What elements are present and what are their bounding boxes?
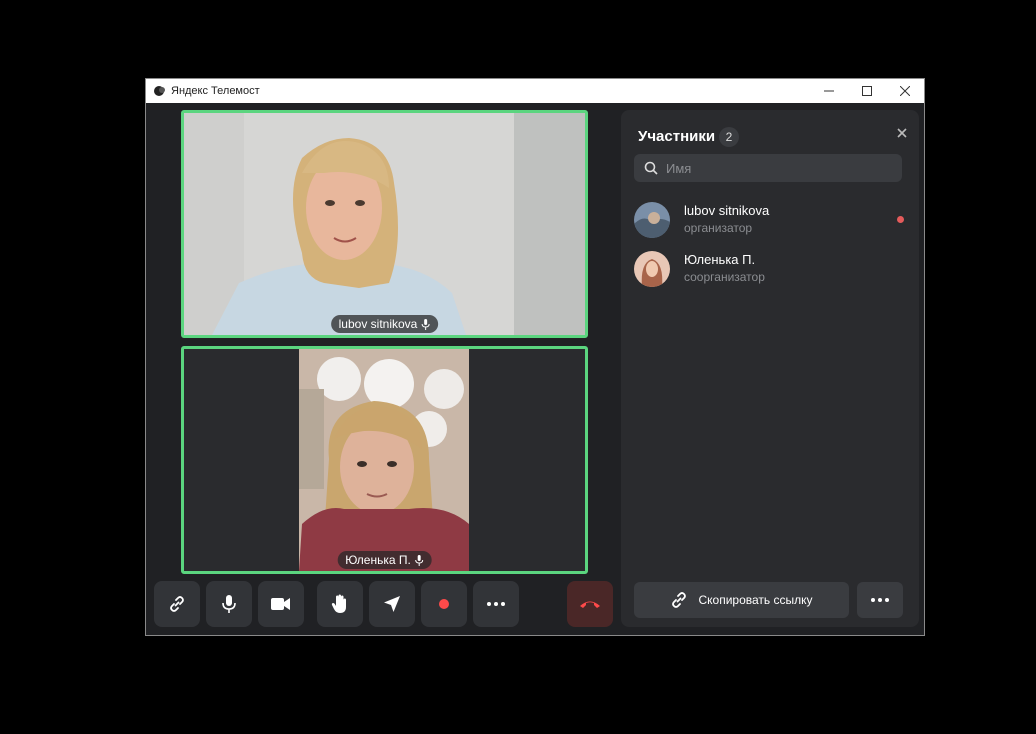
video-tile-lubov[interactable]: lubov sitnikova bbox=[181, 110, 588, 338]
recording-indicator bbox=[897, 216, 904, 223]
avatar bbox=[634, 251, 670, 287]
screen-share-button[interactable] bbox=[369, 581, 415, 627]
close-panel-icon[interactable] bbox=[895, 126, 909, 140]
participant-role: организатор bbox=[684, 221, 753, 235]
close-icon bbox=[900, 86, 910, 96]
participant-name: lubov sitnikova bbox=[684, 203, 770, 218]
copy-link-button[interactable]: Скопировать ссылку bbox=[634, 582, 849, 618]
telemost-app-icon bbox=[154, 86, 165, 96]
participant-name-label: Юленька П. bbox=[337, 551, 432, 569]
link-icon bbox=[170, 596, 184, 612]
video-feed-image bbox=[184, 349, 585, 571]
minimize-button[interactable] bbox=[810, 79, 848, 103]
video-tile-yulenka[interactable]: Юленька П. bbox=[181, 346, 588, 574]
call-toolbar bbox=[154, 581, 616, 629]
window-controls bbox=[810, 79, 924, 103]
participant-name: Юленька П. bbox=[684, 252, 756, 267]
microphone-icon bbox=[222, 595, 236, 613]
minimize-icon bbox=[824, 90, 834, 92]
call-area: lubov sitnikova Юленька П. Участники 2 И… bbox=[146, 103, 924, 635]
participant-role: соорганизатор bbox=[684, 270, 765, 284]
maximize-button[interactable] bbox=[848, 79, 886, 103]
participant-row[interactable]: lubov sitnikova организатор bbox=[634, 200, 904, 240]
more-icon bbox=[871, 598, 889, 602]
raise-hand-button[interactable] bbox=[317, 581, 363, 627]
participants-panel: Участники 2 Имя lubov sitnikova организа… bbox=[621, 110, 919, 627]
hang-up-icon bbox=[580, 601, 600, 608]
window-title: Яндекс Телемост bbox=[171, 85, 260, 97]
video-feed-image bbox=[184, 113, 585, 335]
hang-up-button[interactable] bbox=[567, 581, 613, 627]
participant-name-label: lubov sitnikova bbox=[330, 315, 439, 333]
more-icon bbox=[487, 602, 505, 606]
participant-search[interactable] bbox=[634, 154, 902, 182]
microphone-icon bbox=[421, 318, 430, 330]
telemost-window: Яндекс Телемост lubov sitnikova Юленька … bbox=[145, 78, 925, 636]
avatar bbox=[634, 202, 670, 238]
share-icon bbox=[384, 596, 400, 612]
camera-icon bbox=[271, 598, 290, 610]
maximize-icon bbox=[862, 86, 872, 96]
panel-title: Участники bbox=[638, 128, 716, 145]
copy-link-button[interactable] bbox=[154, 581, 200, 627]
record-button[interactable] bbox=[421, 581, 467, 627]
copy-link-label: Скопировать ссылку bbox=[698, 593, 813, 607]
search-icon bbox=[644, 161, 658, 175]
record-icon bbox=[439, 599, 449, 609]
close-window-button[interactable] bbox=[886, 79, 924, 103]
more-options-button[interactable] bbox=[473, 581, 519, 627]
panel-more-button[interactable] bbox=[857, 582, 903, 618]
title-bar: Яндекс Телемост bbox=[146, 79, 924, 103]
raise-hand-icon bbox=[331, 594, 346, 613]
participant-count-badge: 2 bbox=[719, 127, 739, 147]
link-icon bbox=[672, 592, 687, 608]
participant-row[interactable]: Юленька П. соорганизатор bbox=[634, 249, 904, 289]
microphone-icon bbox=[415, 554, 424, 566]
camera-button[interactable] bbox=[258, 581, 304, 627]
microphone-button[interactable] bbox=[206, 581, 252, 627]
search-input[interactable] bbox=[664, 159, 888, 177]
